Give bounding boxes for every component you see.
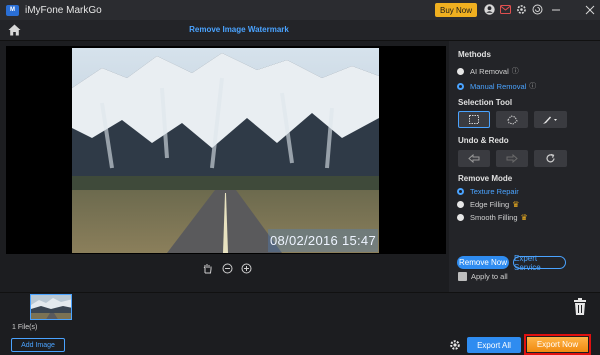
reset-button[interactable] bbox=[534, 150, 567, 167]
toolbar-header: Remove Image Watermark bbox=[0, 20, 600, 41]
export-now-button[interactable]: Export Now bbox=[527, 337, 588, 352]
undo-button[interactable] bbox=[458, 150, 490, 167]
method-label: Manual Removal bbox=[470, 81, 527, 91]
rectangle-select-button[interactable] bbox=[458, 111, 490, 128]
apply-to-all-checkbox[interactable]: Apply to all bbox=[458, 272, 508, 281]
mode-edge-filling[interactable]: Edge Filling ♛ bbox=[457, 200, 519, 209]
method-ai-removal[interactable]: AI Removal ⓘ bbox=[457, 66, 519, 76]
remove-mode-label: Remove Mode bbox=[458, 174, 513, 183]
help-icon[interactable]: ⓘ bbox=[529, 81, 536, 91]
mode-label: Edge Filling bbox=[470, 200, 510, 209]
lasso-icon bbox=[507, 114, 518, 125]
radio-button-selected[interactable] bbox=[457, 82, 464, 90]
method-label: AI Removal bbox=[470, 66, 509, 76]
undo-redo-label: Undo & Redo bbox=[458, 136, 509, 145]
watermark-selection[interactable]: 08/02/2016 15:47 bbox=[268, 229, 378, 252]
export-all-button[interactable]: Export All bbox=[467, 337, 521, 353]
radio-button[interactable] bbox=[457, 214, 464, 221]
export-now-highlight: Export Now bbox=[524, 334, 591, 355]
close-icon[interactable] bbox=[584, 4, 595, 15]
checkbox[interactable] bbox=[458, 272, 467, 281]
add-image-button[interactable]: Add Image bbox=[11, 338, 65, 352]
undo-icon bbox=[468, 154, 480, 163]
remove-now-button[interactable]: Remove Now bbox=[457, 256, 509, 269]
zoom-out-icon[interactable] bbox=[221, 262, 233, 274]
methods-label: Methods bbox=[458, 50, 491, 59]
brush-tool-button[interactable] bbox=[534, 111, 567, 128]
expert-service-button[interactable]: Expert Service bbox=[513, 254, 566, 272]
refresh-icon[interactable] bbox=[532, 4, 543, 15]
mail-icon[interactable] bbox=[500, 4, 511, 15]
radio-button[interactable] bbox=[457, 201, 464, 208]
hand-tool-icon[interactable] bbox=[201, 262, 213, 274]
radio-button-selected[interactable] bbox=[457, 188, 464, 195]
app-title: iMyFone MarkGo bbox=[25, 4, 102, 16]
help-icon[interactable]: ⓘ bbox=[512, 66, 519, 76]
redo-icon bbox=[506, 154, 518, 163]
mode-label: Smooth Filling bbox=[470, 213, 518, 222]
minimize-icon[interactable] bbox=[550, 4, 561, 15]
brush-icon bbox=[542, 116, 557, 124]
buy-now-button[interactable]: Buy Now bbox=[435, 3, 477, 17]
preview-image[interactable] bbox=[72, 48, 379, 253]
radio-button[interactable] bbox=[457, 67, 464, 75]
settings-icon[interactable] bbox=[516, 4, 527, 15]
apply-to-all-label: Apply to all bbox=[471, 272, 508, 281]
crown-icon: ♛ bbox=[512, 200, 520, 209]
zoom-in-icon[interactable] bbox=[240, 262, 252, 274]
export-settings-icon[interactable] bbox=[449, 339, 461, 351]
redo-button[interactable] bbox=[496, 150, 528, 167]
selection-tool-label: Selection Tool bbox=[458, 98, 513, 107]
user-icon[interactable] bbox=[484, 4, 495, 15]
trash-icon[interactable] bbox=[573, 298, 587, 315]
mode-texture-repair[interactable]: Texture Repair bbox=[457, 187, 519, 196]
page-title: Remove Image Watermark bbox=[189, 25, 289, 34]
mode-smooth-filling[interactable]: Smooth Filling ♛ bbox=[457, 213, 528, 222]
crown-icon: ♛ bbox=[520, 213, 528, 222]
method-manual-removal[interactable]: Manual Removal ⓘ bbox=[457, 81, 536, 91]
image-thumbnail[interactable] bbox=[30, 294, 72, 320]
lasso-select-button[interactable] bbox=[496, 111, 528, 128]
mode-label: Texture Repair bbox=[470, 187, 519, 196]
reset-icon bbox=[546, 153, 555, 163]
rectangle-select-icon bbox=[469, 115, 479, 124]
app-logo: M bbox=[6, 4, 19, 16]
file-count: 1 File(s) bbox=[12, 324, 38, 331]
